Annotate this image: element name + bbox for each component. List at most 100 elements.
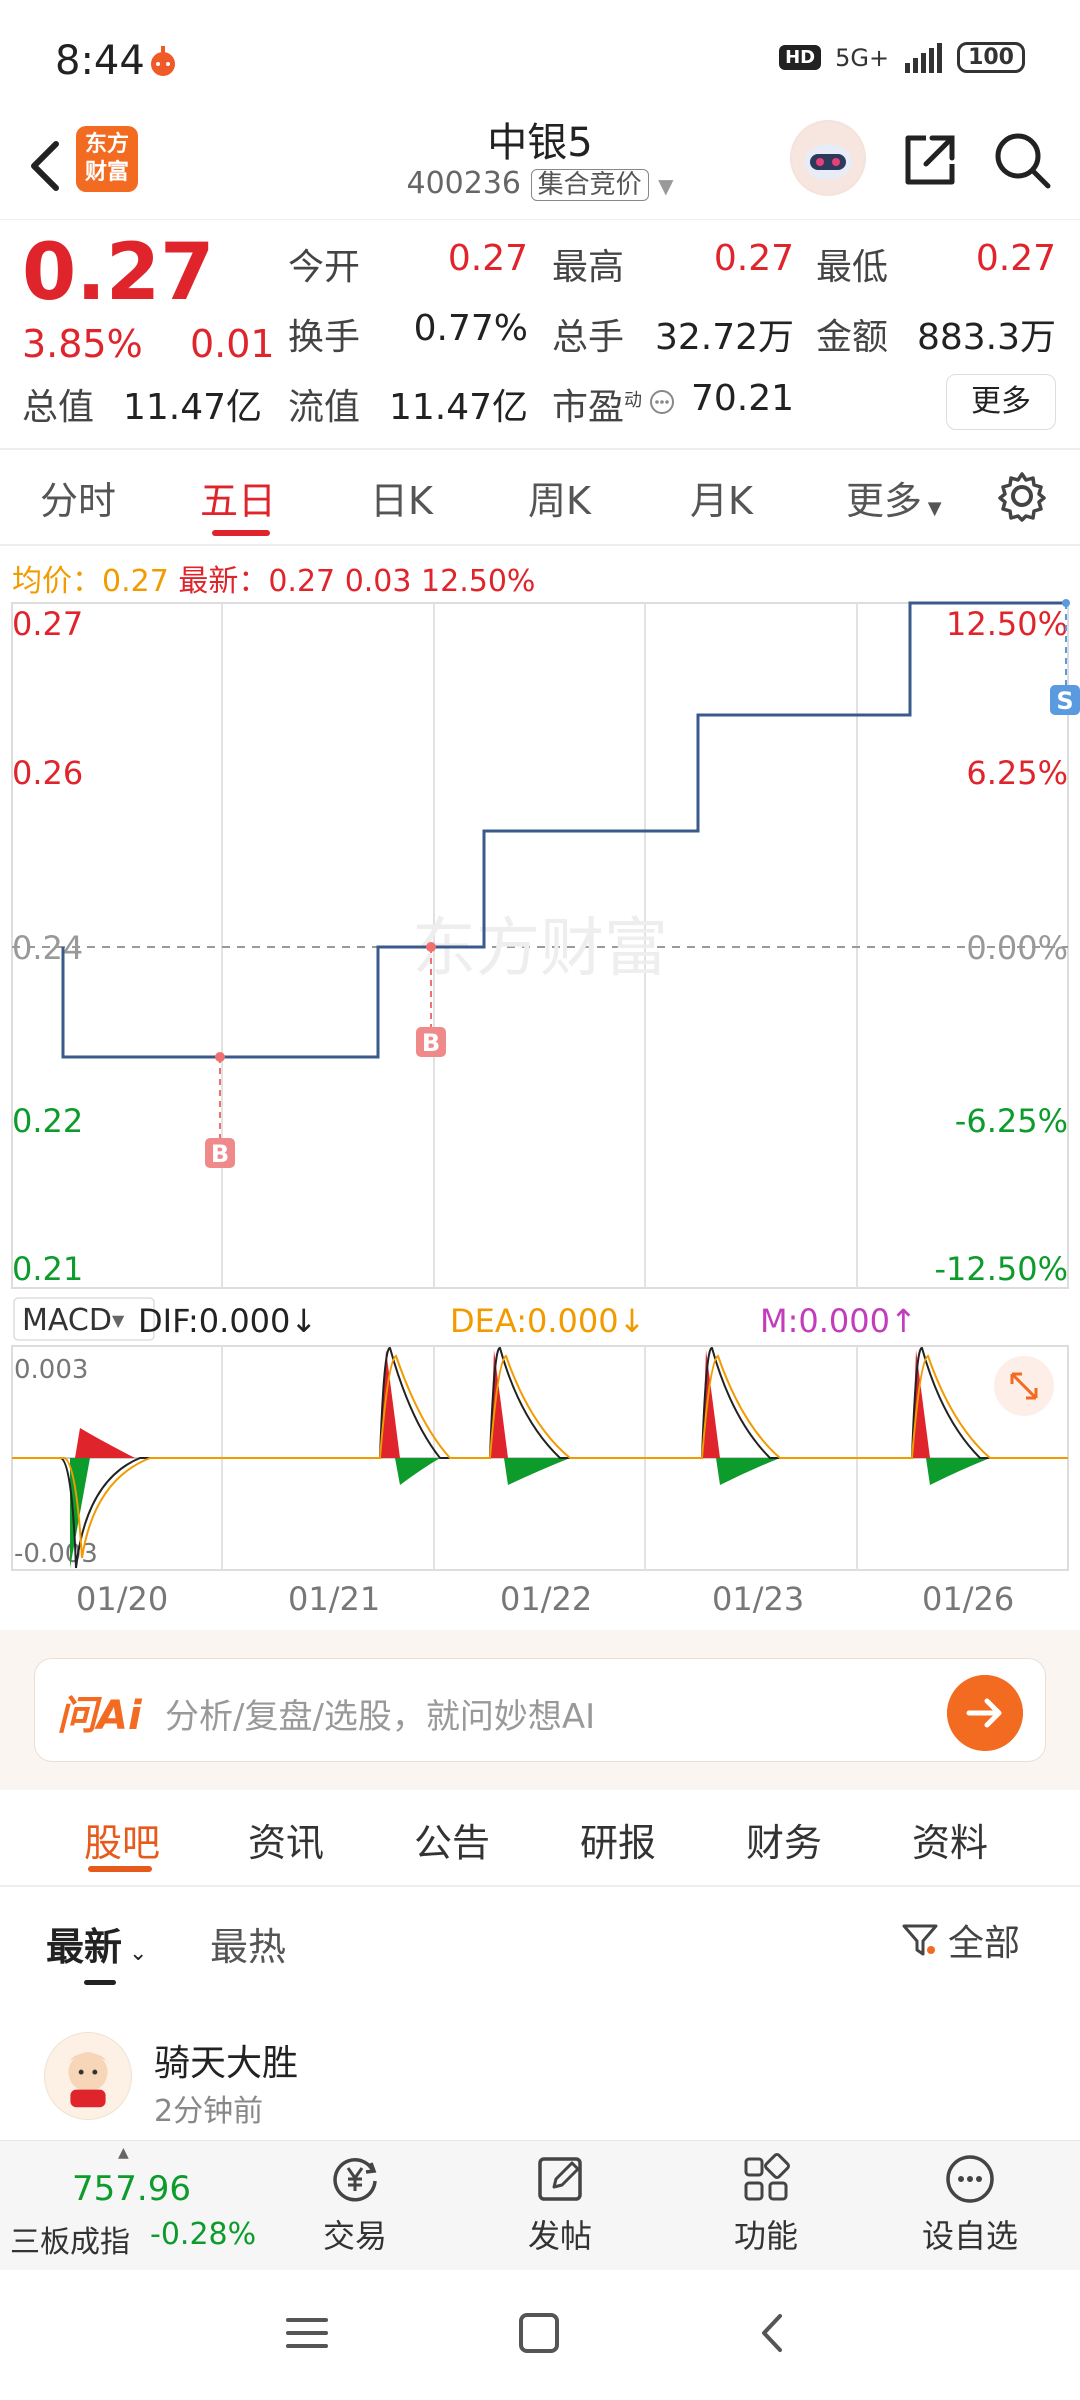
nav-add-watchlist-label: 设自选 — [921, 2217, 1018, 2255]
low-label: 最低 — [816, 247, 889, 288]
nav-post[interactable]: 发帖 — [500, 2151, 620, 2257]
date-label: 01/21 — [288, 1580, 381, 1618]
tab-monthly-k[interactable]: 月K — [690, 470, 753, 525]
y-label-right: -6.25% — [955, 1102, 1068, 1140]
pe-sup: 动 — [624, 390, 643, 411]
buy-marker-label: B — [422, 1029, 440, 1057]
y-label-left: 0.27 — [12, 605, 83, 643]
active-tab-indicator — [88, 1866, 152, 1872]
nav-add-watchlist[interactable]: 设自选 — [910, 2151, 1030, 2257]
hd-icon: HD — [779, 45, 822, 70]
home-icon[interactable] — [516, 2310, 562, 2356]
gear-icon[interactable] — [996, 470, 1048, 522]
macd-y-label: 0.003 — [14, 1355, 88, 1385]
sell-marker-label: S — [1056, 687, 1073, 715]
y-label-right: -12.50% — [934, 1250, 1068, 1288]
nav-functions[interactable]: 功能 — [706, 2151, 826, 2257]
nav-trade[interactable]: 交易 — [295, 2151, 415, 2257]
nav-trade-label: 交易 — [322, 2217, 387, 2255]
battery-icon: 100 — [957, 42, 1025, 73]
filter-icon — [902, 1924, 938, 1956]
search-icon[interactable] — [990, 128, 1054, 192]
tab-news[interactable]: 资讯 — [248, 1812, 324, 1867]
change-percent: 3.85% — [22, 322, 143, 366]
date-label: 01/23 — [712, 1580, 805, 1618]
divider — [0, 448, 1080, 450]
latest-change: 0.03 — [344, 564, 412, 599]
tab-profile[interactable]: 资料 — [912, 1812, 988, 1867]
tab-five-day[interactable]: 五日 — [200, 470, 276, 525]
index-change: -0.28% — [150, 2217, 257, 2252]
filter-button[interactable]: 全部 — [900, 1914, 1020, 1966]
ask-ai-input[interactable]: 问Ai 分析/复盘/选股，就问妙想AI — [34, 1658, 1046, 1762]
index-value[interactable]: 757.96 — [72, 2169, 191, 2209]
arrow-right-icon[interactable] — [947, 1675, 1023, 1751]
tab-guba[interactable]: 股吧 — [84, 1812, 160, 1867]
status-bar: 8:44 HD 5G+ 100 — [0, 0, 1080, 115]
change-amount: 0.01 — [190, 322, 275, 366]
y-label-right: 6.25% — [966, 754, 1068, 792]
latest-change-pct: 12.50% — [421, 564, 536, 599]
chevron-down-icon: ▼ — [112, 1311, 125, 1330]
high-value: 0.27 — [713, 238, 794, 279]
ai-robot-icon[interactable] — [790, 120, 866, 196]
subtab-latest[interactable]: 最新 ⌄ — [46, 1916, 147, 1971]
tab-more[interactable]: 更多 ▼ — [846, 470, 942, 525]
pe-label: 市盈动 — [552, 378, 642, 430]
divider — [0, 1885, 1080, 1887]
pe-info-icon[interactable] — [648, 388, 676, 416]
ai-logo: 问Ai — [57, 1693, 142, 1739]
index-name[interactable]: 三板成指 — [10, 2217, 130, 2261]
five-day-price-chart[interactable]: 东方财富 0.27 0.26 0.24 0.22 0.21 12.50% 6.2… — [0, 595, 1080, 1295]
back-nav-icon[interactable] — [750, 2310, 796, 2356]
dropdown-icon: ▼ — [658, 174, 674, 198]
y-label-left: 0.24 — [12, 929, 83, 967]
pe-label-text: 市盈 — [552, 387, 625, 428]
status-indicators: HD 5G+ 100 — [779, 42, 1025, 73]
chart-info-line: 均价：0.27 最新：0.27 0.03 12.50% — [12, 556, 535, 600]
stock-code: 400236 — [406, 166, 522, 201]
high-label: 最高 — [552, 247, 625, 288]
y-label-left: 0.26 — [12, 754, 83, 792]
subtab-latest-label: 最新 — [46, 1925, 123, 1969]
turnover-label: 换手 — [288, 317, 361, 358]
chevron-up-icon: ▲ — [118, 2145, 129, 2161]
grid-icon — [744, 2153, 790, 2201]
stock-header: 东方 财富 中银5 400236 集合竞价 ▼ — [0, 110, 1080, 220]
filter-label: 全部 — [948, 1923, 1021, 1964]
float-label: 流值 — [288, 387, 361, 428]
buy-marker[interactable]: B — [205, 1052, 235, 1168]
avg-label: 均价： — [12, 564, 102, 599]
menu-icon[interactable] — [284, 2310, 330, 2356]
amount-label: 金额 — [816, 317, 889, 358]
tab-more-label: 更多 — [846, 479, 923, 523]
share-icon[interactable] — [898, 128, 962, 192]
volume-label: 总手 — [552, 317, 625, 358]
tab-weekly-k[interactable]: 周K — [528, 470, 591, 525]
pe-value: 70.21 — [690, 378, 794, 419]
more-button[interactable]: 更多 — [946, 374, 1056, 430]
chevron-down-icon: ▼ — [922, 498, 942, 519]
yen-icon — [333, 2158, 377, 2202]
nav-post-label: 发帖 — [527, 2217, 592, 2255]
active-subtab-indicator — [84, 1980, 116, 1985]
system-nav-bar — [0, 2270, 1080, 2400]
open-value: 0.27 — [447, 238, 528, 279]
tab-finance[interactable]: 财务 — [746, 1812, 822, 1867]
tab-research[interactable]: 研报 — [580, 1812, 656, 1867]
status-time: 8:44 — [55, 38, 145, 84]
expand-icon[interactable] — [994, 1356, 1054, 1416]
tab-intraday[interactable]: 分时 — [40, 470, 116, 525]
tab-announcements[interactable]: 公告 — [414, 1812, 490, 1867]
post-time: 2分钟前 — [154, 2094, 264, 2129]
float-value: 11.47亿 — [388, 387, 528, 428]
subtab-hot[interactable]: 最热 — [210, 1916, 286, 1971]
y-label-left: 0.21 — [12, 1250, 83, 1288]
avatar[interactable] — [44, 2032, 132, 2120]
post-author[interactable]: 骑天大胜 — [154, 2034, 298, 2086]
y-label-right: 0.00% — [966, 929, 1068, 967]
macd-chart[interactable]: MACD ▼ DIF:0.000↓ DEA:0.000↓ M:0.000↑ 0.… — [0, 1290, 1080, 1580]
tab-daily-k[interactable]: 日K — [370, 470, 433, 525]
macd-selector[interactable]: MACD — [22, 1303, 112, 1338]
network-label: 5G+ — [835, 43, 890, 72]
